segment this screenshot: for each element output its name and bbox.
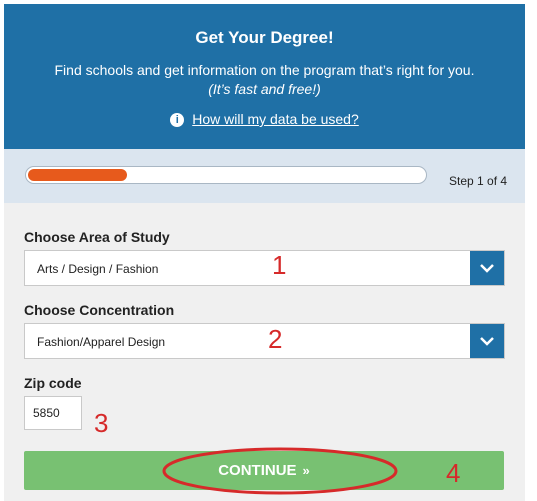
annotation-number-3: 3 <box>94 408 109 438</box>
area-of-study-label: Choose Area of Study <box>24 229 170 245</box>
form-title: Get Your Degree! <box>195 28 334 47</box>
annotation-number-2: 2 <box>268 324 283 354</box>
chevron-down-icon <box>480 264 494 273</box>
area-of-study-value: Arts / Design / Fashion <box>37 262 159 276</box>
area-dropdown-button[interactable] <box>470 251 504 285</box>
chevron-down-icon <box>480 337 494 346</box>
lead-form-widget: Get Your Degree! Find schools and get in… <box>4 4 525 501</box>
concentration-label: Choose Concentration <box>24 302 175 318</box>
annotation-number-4: 4 <box>446 458 461 488</box>
form-header: Get Your Degree! Find schools and get in… <box>4 4 525 149</box>
step-indicator: Step 1 of 4 <box>449 174 508 188</box>
data-usage-row: i How will my data be used? <box>4 111 525 127</box>
progress-fill <box>28 169 127 181</box>
concentration-dropdown-button[interactable] <box>470 324 504 358</box>
concentration-select[interactable]: Fashion/Apparel Design <box>24 323 505 359</box>
annotation-number-1: 1 <box>272 250 287 280</box>
zip-code-input[interactable] <box>24 396 82 430</box>
concentration-value: Fashion/Apparel Design <box>37 335 166 349</box>
info-icon: i <box>170 113 185 127</box>
form-subnote: (It’s fast and free!) <box>208 81 321 97</box>
area-of-study-select[interactable]: Arts / Design / Fashion <box>24 250 505 286</box>
zip-code-label: Zip code <box>24 375 82 391</box>
annotation-ellipse <box>162 447 398 495</box>
progress-section: Step 1 of 4 <box>4 149 525 203</box>
form-subtitle: Find schools and get information on the … <box>54 62 475 78</box>
data-usage-link[interactable]: How will my data be used? <box>192 111 359 127</box>
progress-bar <box>25 166 427 184</box>
